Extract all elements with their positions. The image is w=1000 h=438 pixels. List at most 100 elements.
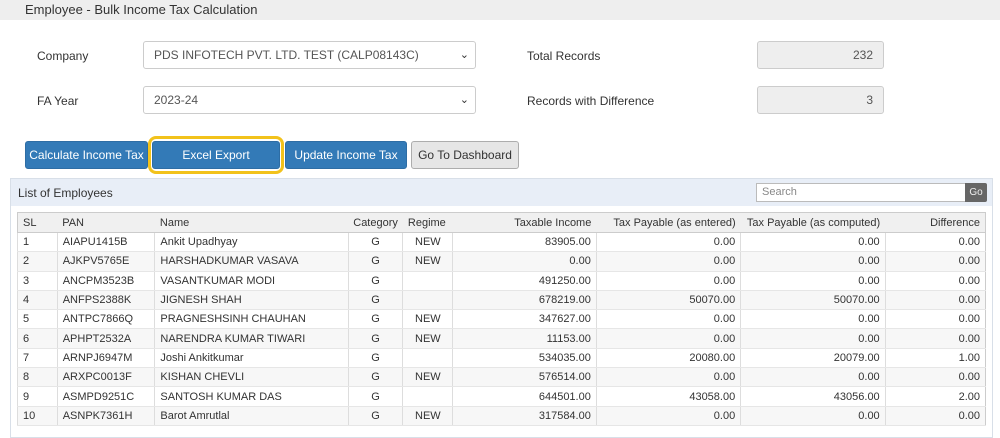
- table-cell: 5: [17, 309, 58, 330]
- company-label: Company: [37, 49, 89, 63]
- table-row[interactable]: 6 APHPT2532A NARENDRA KUMAR TIWARI G NEW 1115…: [17, 328, 986, 349]
- table-cell: 50070.00: [740, 290, 886, 311]
- table-row[interactable]: 3 ANCPM3523B VASANTKUMAR MODI G 491250.00 0.0…: [17, 271, 986, 291]
- table-cell: ARNPJ6947M: [56, 348, 155, 369]
- table-row[interactable]: 10 ASNPK7361H Barot Amrutlal G NEW 317584.00 0…: [17, 406, 986, 426]
- table-cell: G: [347, 386, 403, 407]
- calculate-income-tax-button[interactable]: Calculate Income Tax: [25, 141, 148, 169]
- total-records-field: 232: [757, 41, 884, 69]
- table-cell: 347627.00: [452, 309, 597, 330]
- table-cell: 1.00: [884, 348, 986, 369]
- table-cell: G: [347, 328, 403, 349]
- table-cell: 43058.00: [595, 386, 741, 407]
- table-cell: 0.00: [884, 290, 986, 311]
- table-cell: 20080.00: [595, 348, 741, 369]
- panel-title: List of Employees: [18, 186, 113, 200]
- table-cell: G: [347, 406, 403, 426]
- table-cell: 0.00: [595, 271, 741, 291]
- table-cell: 0.00: [740, 328, 886, 349]
- table-cell: 0.00: [595, 406, 741, 426]
- table-cell: 2.00: [884, 386, 986, 407]
- table-cell: ANTPC7866Q: [56, 309, 155, 330]
- table-cell: 0.00: [595, 328, 741, 349]
- search-input[interactable]: Search: [756, 183, 966, 202]
- table-cell: NEW: [402, 406, 453, 426]
- table-cell: 0.00: [884, 406, 986, 426]
- excel-export-button[interactable]: Excel Export: [152, 141, 280, 169]
- table-cell: 0.00: [884, 328, 986, 349]
- table-cell: NEW: [402, 232, 453, 253]
- column-header[interactable]: SL: [17, 212, 58, 233]
- company-value: PDS INFOTECH PVT. LTD. TEST (CALP08143C): [154, 48, 419, 62]
- table-cell: [402, 290, 453, 311]
- table-cell: NEW: [402, 367, 453, 388]
- column-header[interactable]: Difference: [885, 212, 986, 233]
- table-cell: 0.00: [740, 367, 886, 388]
- company-select[interactable]: PDS INFOTECH PVT. LTD. TEST (CALP08143C)…: [143, 41, 476, 69]
- column-header[interactable]: Category: [348, 212, 403, 233]
- column-header[interactable]: Tax Payable (as entered): [596, 212, 741, 233]
- table-cell: 0.00: [740, 232, 886, 253]
- table-cell: SANTOSH KUMAR DAS: [154, 386, 349, 407]
- table-cell: APHPT2532A: [56, 328, 155, 349]
- table-row[interactable]: 4 ANFPS2388K JIGNESH SHAH G 678219.00 50070.0…: [17, 290, 986, 311]
- fa-year-select[interactable]: 2023-24 ⌄: [143, 86, 476, 114]
- table-cell: ANFPS2388K: [56, 290, 155, 311]
- table-cell: 0.00: [884, 251, 986, 272]
- table-row[interactable]: 8 ARXPC0013F KISHAN CHEVLI G NEW 576514.00 0.0…: [17, 367, 986, 388]
- table-cell: 7: [17, 348, 58, 369]
- table-cell: 83905.00: [452, 232, 597, 253]
- table-cell: AIAPU1415B: [56, 232, 155, 253]
- column-header[interactable]: PAN: [57, 212, 155, 233]
- table-cell: 0.00: [884, 232, 986, 253]
- go-button[interactable]: Go: [965, 183, 987, 202]
- table-cell: 1: [17, 232, 58, 253]
- column-header[interactable]: Name: [154, 212, 349, 233]
- column-header[interactable]: Taxable Income: [452, 212, 597, 233]
- table-cell: G: [347, 309, 403, 330]
- table-cell: 6: [17, 328, 58, 349]
- table-cell: 491250.00: [452, 271, 597, 291]
- table-cell: 0.00: [740, 309, 886, 330]
- table-row[interactable]: 7 ARNPJ6947M Joshi Ankitkumar G 534035.00 200…: [17, 348, 986, 369]
- table-row[interactable]: 9 ASMPD9251C SANTOSH KUMAR DAS G 644501.00 43…: [17, 386, 986, 407]
- table-cell: 0.00: [452, 251, 597, 272]
- table-cell: ANCPM3523B: [56, 271, 155, 291]
- column-header[interactable]: Regime: [402, 212, 453, 233]
- table-cell: 576514.00: [452, 367, 597, 388]
- table-cell: Joshi Ankitkumar: [154, 348, 349, 369]
- table-cell: ASMPD9251C: [56, 386, 155, 407]
- table-row[interactable]: 2 AJKPV5765E HARSHADKUMAR VASAVA G NEW 0.00 0.…: [17, 251, 986, 272]
- column-header[interactable]: Tax Payable (as computed): [740, 212, 886, 233]
- go-to-dashboard-button[interactable]: Go To Dashboard: [411, 141, 519, 169]
- table-cell: Barot Amrutlal: [154, 406, 349, 426]
- table-row[interactable]: 5 ANTPC7866Q PRAGNESHSINH CHAUHAN G NEW 34762…: [17, 309, 986, 330]
- table-cell: G: [347, 232, 403, 253]
- table-cell: NEW: [402, 251, 453, 272]
- table-cell: G: [347, 367, 403, 388]
- chevron-down-icon: ⌄: [459, 49, 469, 61]
- update-income-tax-button[interactable]: Update Income Tax: [285, 141, 407, 169]
- table-cell: ARXPC0013F: [56, 367, 155, 388]
- employee-table: SL PAN Name Category Regime Taxable Income Tax…: [17, 212, 986, 426]
- table-cell: 8: [17, 367, 58, 388]
- table-cell: 0.00: [740, 406, 886, 426]
- table-cell: [402, 386, 453, 407]
- table-cell: G: [347, 251, 403, 272]
- table-cell: NEW: [402, 328, 453, 349]
- table-cell: 4: [17, 290, 58, 311]
- table-cell: AJKPV5765E: [56, 251, 155, 272]
- table-cell: NEW: [402, 309, 453, 330]
- table-cell: [402, 348, 453, 369]
- table-cell: G: [347, 290, 403, 311]
- table-cell: 0.00: [884, 309, 986, 330]
- table-cell: ASNPK7361H: [56, 406, 155, 426]
- table-cell: 317584.00: [452, 406, 597, 426]
- table-cell: 2: [17, 251, 58, 272]
- table-cell: 644501.00: [452, 386, 597, 407]
- records-diff-field: 3: [757, 86, 884, 114]
- table-cell: 0.00: [884, 367, 986, 388]
- table-row[interactable]: 1 AIAPU1415B Ankit Upadhyay G NEW 83905.00 0.0…: [17, 232, 986, 253]
- page-title: Employee - Bulk Income Tax Calculation: [25, 2, 258, 17]
- table-cell: 0.00: [884, 271, 986, 291]
